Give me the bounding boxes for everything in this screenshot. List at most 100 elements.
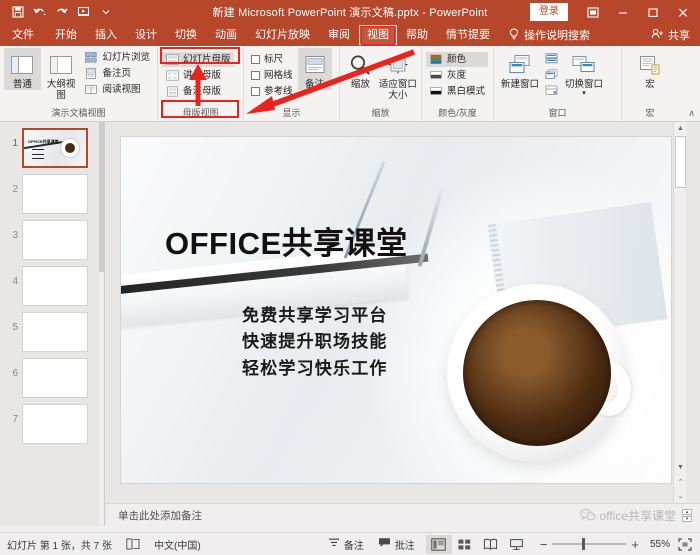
notes-toggle-button[interactable]: 备注 [321, 537, 371, 552]
previous-slide-icon[interactable]: ⌃ [674, 475, 687, 488]
tab-insert[interactable]: 插入 [86, 25, 126, 45]
maximize-icon[interactable] [638, 0, 668, 24]
guides-checkbox[interactable] [251, 87, 260, 96]
gridlines-checkbox[interactable] [251, 71, 260, 80]
thumbnail-preview[interactable] [22, 358, 88, 398]
status-normal-view-button[interactable] [425, 534, 452, 554]
ribbon-display-options-icon[interactable] [578, 0, 608, 24]
thumbnail-item-2[interactable]: 2 [0, 168, 104, 214]
language-status[interactable]: 中文(中国) [147, 537, 208, 552]
tab-home[interactable]: 开始 [46, 25, 86, 45]
arrange-all-icon[interactable] [544, 51, 558, 65]
thumbnail-item-3[interactable]: 3 [0, 214, 104, 260]
handout-master-button[interactable]: 讲义母版 [162, 68, 234, 83]
thumbnail-preview[interactable] [22, 266, 88, 306]
fit-to-window-button[interactable]: 适应窗口大小 [379, 48, 417, 101]
gridlines-checkbox-row[interactable]: 网格线 [248, 68, 296, 83]
thumbnail-panel-scroll-thumb[interactable] [99, 122, 104, 272]
next-slide-icon[interactable]: ⌄ [674, 489, 687, 502]
thumbnail-preview[interactable] [22, 174, 88, 214]
thumbnail-item-4[interactable]: 4 [0, 260, 104, 306]
color-button[interactable]: 颜色 [426, 52, 489, 67]
tab-transitions[interactable]: 切换 [166, 25, 206, 45]
redo-icon[interactable] [54, 5, 69, 20]
normal-view-button[interactable]: 普通 [4, 48, 41, 90]
tab-slideshow[interactable]: 幻灯片放映 [246, 25, 319, 45]
thumbnail-preview[interactable] [22, 220, 88, 260]
zoom-button[interactable]: 缩放 [344, 48, 377, 90]
tab-design[interactable]: 设计 [126, 25, 166, 45]
tab-storyboard[interactable]: 情节提要 [437, 25, 499, 45]
switch-windows-button[interactable]: 切换窗口 ▾ [560, 48, 608, 97]
slide-canvas[interactable]: OFFICE共享课堂 免费共享学习平台 快速提升职场技能 轻松学习快乐工作 [120, 136, 672, 484]
status-slideshow-button[interactable] [504, 535, 530, 554]
collapse-ribbon-button[interactable]: ∧ [688, 108, 695, 119]
sign-in-button[interactable]: 登录 [530, 3, 568, 21]
zoom-in-button[interactable]: + [631, 537, 639, 552]
thumbnail-panel-scrollbar[interactable] [99, 122, 104, 526]
notes-pane-button[interactable]: 备注 [297, 48, 332, 90]
slide-master-button[interactable]: 幻灯片母版 [162, 52, 234, 67]
thumbnail-item-1[interactable]: 1 OFFICE共享课堂 ▬▬▬▬ ▬▬▬▬ ▬▬▬▬ [0, 122, 104, 168]
save-icon[interactable] [10, 5, 25, 20]
tell-me-search[interactable]: 操作说明搜索 [499, 27, 590, 43]
comments-button[interactable]: 批注 [371, 537, 422, 552]
switch-windows-chevron-down-icon[interactable]: ▾ [582, 90, 586, 97]
tab-help[interactable]: 帮助 [397, 25, 437, 45]
zoom-percent-label[interactable]: 55% [644, 539, 670, 550]
ruler-label: 标尺 [264, 54, 284, 65]
spinner-up-icon[interactable]: ▴ [682, 508, 692, 515]
thumbnail-preview[interactable] [22, 404, 88, 444]
zoom-out-button[interactable]: − [540, 537, 548, 552]
cascade-icon[interactable] [544, 67, 558, 81]
slide-thumbnail-panel[interactable]: 1 OFFICE共享课堂 ▬▬▬▬ ▬▬▬▬ ▬▬▬▬ 2 3 4 5 6 7 [0, 122, 105, 526]
reading-view-button[interactable]: 阅读视图 [81, 82, 153, 97]
zoom-slider-track[interactable] [552, 538, 627, 550]
customize-quick-access-icon[interactable] [98, 5, 113, 20]
comments-label: 批注 [394, 540, 415, 552]
undo-icon[interactable] [32, 5, 47, 20]
tab-view[interactable]: 视图 [359, 25, 397, 45]
new-window-button[interactable]: 新建窗口 [498, 48, 542, 90]
fit-to-window-label: 适应窗口大小 [378, 79, 417, 101]
slide-sorter-button[interactable]: 幻灯片浏览 [81, 50, 153, 65]
grayscale-button[interactable]: 灰度 [426, 68, 488, 83]
minimize-icon[interactable] [608, 0, 638, 24]
status-slide-sorter-button[interactable] [452, 535, 478, 554]
thumbnail-item-7[interactable]: 7 [0, 398, 104, 444]
guides-checkbox-row[interactable]: 参考线 [248, 84, 296, 99]
tab-file[interactable]: 文件 [0, 25, 46, 45]
scroll-up-icon[interactable]: ▲ [674, 122, 687, 135]
slide-vertical-scrollbar[interactable]: ▲ ▼ ⌃ ⌄ [673, 122, 686, 502]
outline-view-button[interactable]: 大纲视图 [43, 48, 80, 101]
macros-button[interactable]: 宏 [631, 48, 669, 90]
notes-placeholder[interactable]: 单击此处添加备注 [106, 508, 202, 523]
ruler-checkbox-row[interactable]: 标尺 [248, 52, 296, 67]
slide-title-text[interactable]: OFFICE共享课堂 [165, 226, 408, 261]
thumbnail-preview[interactable] [22, 312, 88, 352]
vertical-scroll-thumb[interactable] [675, 136, 686, 188]
notes-pane-resize-spinner[interactable]: ▴ ▾ [682, 508, 692, 522]
notes-master-button[interactable]: 备注母版 [162, 84, 234, 99]
ruler-checkbox[interactable] [251, 55, 260, 64]
spinner-down-icon[interactable]: ▾ [682, 515, 692, 522]
move-split-icon[interactable] [544, 83, 558, 97]
start-slideshow-icon[interactable] [76, 5, 91, 20]
thumbnail-item-6[interactable]: 6 [0, 352, 104, 398]
share-button[interactable]: 共享 [651, 27, 700, 43]
tab-animations[interactable]: 动画 [206, 25, 246, 45]
tab-review[interactable]: 审阅 [319, 25, 359, 45]
close-icon[interactable] [668, 0, 698, 24]
notes-pane[interactable]: 单击此处添加备注 office共享课堂 ▴ ▾ [106, 503, 700, 526]
thumbnail-preview[interactable]: OFFICE共享课堂 ▬▬▬▬ ▬▬▬▬ ▬▬▬▬ [22, 128, 88, 168]
status-reading-view-button[interactable] [478, 535, 504, 554]
fit-slide-to-window-button[interactable] [676, 537, 694, 551]
notes-page-button[interactable]: 备注页 [81, 66, 153, 81]
slide-count-status[interactable]: 幻灯片 第 1 张，共 7 张 [0, 537, 119, 552]
blackwhite-button[interactable]: 黑白模式 [426, 84, 488, 99]
thumbnail-item-5[interactable]: 5 [0, 306, 104, 352]
accessibility-icon[interactable] [119, 538, 147, 550]
zoom-slider-knob[interactable] [582, 538, 586, 550]
slide-subtitle-text[interactable]: 免费共享学习平台 快速提升职场技能 轻松学习快乐工作 [242, 303, 388, 382]
scroll-down-icon[interactable]: ▼ [674, 461, 687, 474]
